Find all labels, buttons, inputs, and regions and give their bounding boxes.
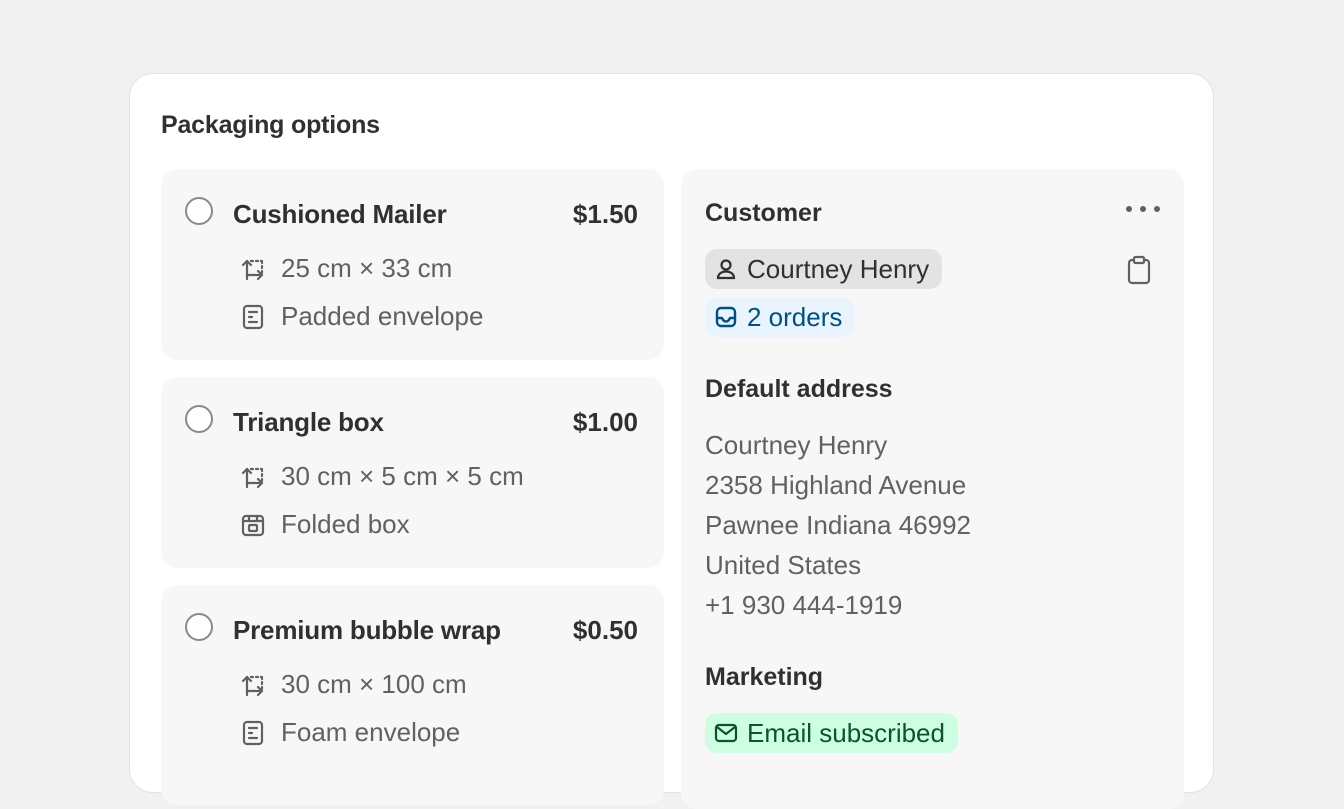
address-block: Courtney Henry 2358 Highland Avenue Pawn… — [705, 425, 971, 625]
box-icon — [239, 511, 267, 539]
default-address-title: Default address — [705, 375, 893, 403]
customer-title: Customer — [705, 199, 822, 227]
more-options-button[interactable] — [1126, 199, 1160, 219]
option-type: Padded envelope — [239, 301, 483, 332]
address-phone: +1 930 444-1919 — [705, 590, 903, 620]
option-name: Triangle box — [233, 407, 384, 437]
customer-panel: Customer Courtney Henry 2 orders Default… — [681, 169, 1184, 809]
orders-count: 2 orders — [747, 301, 843, 332]
address-line: 2358 Highland Avenue — [705, 470, 967, 500]
option-name: Premium bubble wrap — [233, 615, 501, 645]
marketing-title: Marketing — [705, 663, 824, 691]
option-dimensions: 30 cm × 5 cm × 5 cm — [239, 461, 524, 492]
dot-icon — [1140, 206, 1146, 212]
email-subscribed-badge: Email subscribed — [705, 713, 958, 753]
option-dimensions: 25 cm × 33 cm — [239, 253, 452, 284]
type-text: Folded box — [281, 509, 410, 539]
dimensions-text: 25 cm × 33 cm — [281, 253, 453, 283]
dimensions-text: 30 cm × 100 cm — [281, 669, 467, 699]
marketing-status: Email subscribed — [747, 717, 945, 748]
packaging-option[interactable]: Triangle box $1.00 30 cm × 5 cm × 5 cm F… — [161, 377, 664, 568]
address-line: Courtney Henry — [705, 430, 888, 460]
packaging-card: Packaging options Cushioned Mailer $1.50… — [129, 73, 1214, 809]
person-icon — [713, 256, 739, 282]
envelope-icon — [239, 719, 267, 747]
option-radio[interactable] — [185, 613, 213, 641]
dimensions-icon — [239, 463, 267, 491]
dot-icon — [1126, 206, 1132, 212]
email-icon — [713, 720, 739, 746]
orders-chip[interactable]: 2 orders — [705, 297, 856, 337]
customer-name-chip[interactable]: Courtney Henry — [705, 249, 943, 289]
type-text: Foam envelope — [281, 717, 461, 747]
clipboard-icon[interactable] — [1125, 255, 1153, 285]
envelope-icon — [239, 303, 267, 331]
option-price: $1.00 — [572, 407, 638, 437]
dimensions-text: 30 cm × 5 cm × 5 cm — [281, 461, 524, 491]
packaging-option[interactable]: Cushioned Mailer $1.50 25 cm × 33 cm Pad… — [161, 169, 664, 360]
dot-icon — [1154, 206, 1160, 212]
card-title: Packaging options — [161, 111, 380, 139]
dimensions-icon — [239, 671, 267, 699]
inbox-icon — [713, 304, 739, 330]
option-price: $1.50 — [572, 199, 638, 229]
customer-name: Courtney Henry — [747, 253, 930, 284]
option-price: $0.50 — [572, 615, 638, 645]
option-dimensions: 30 cm × 100 cm — [239, 669, 467, 700]
option-name: Cushioned Mailer — [233, 199, 447, 229]
dimensions-icon — [239, 255, 267, 283]
type-text: Padded envelope — [281, 301, 484, 331]
packaging-option[interactable]: Premium bubble wrap $0.50 30 cm × 100 cm… — [161, 585, 664, 805]
option-type: Foam envelope — [239, 717, 460, 748]
option-radio[interactable] — [185, 197, 213, 225]
option-type: Folded box — [239, 509, 410, 540]
address-line: Pawnee Indiana 46992 — [705, 510, 972, 540]
address-line: United States — [705, 550, 862, 580]
option-radio[interactable] — [185, 405, 213, 433]
